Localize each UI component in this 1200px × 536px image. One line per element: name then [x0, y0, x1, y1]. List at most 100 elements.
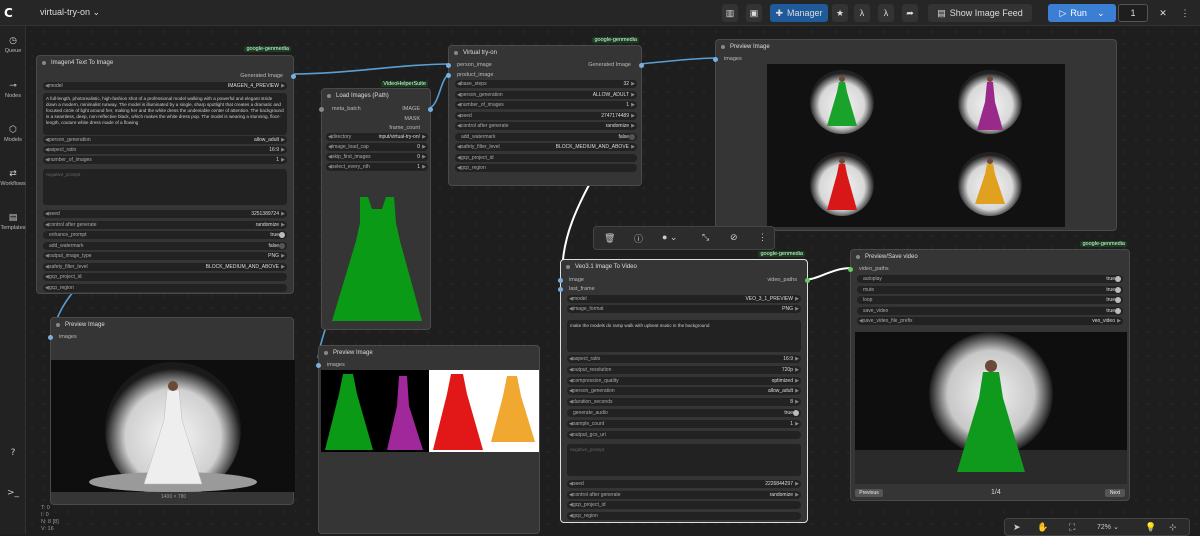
- select-cursor-icon[interactable]: ➤: [1013, 522, 1021, 533]
- output-slot[interactable]: [291, 74, 296, 79]
- previous-button[interactable]: Previous: [855, 489, 883, 497]
- widget-person-generation[interactable]: ◀ person_generation allow_adult ▶: [567, 387, 801, 396]
- widget-duration-seconds[interactable]: ◀ duration_seconds 8 ▶: [567, 398, 801, 407]
- input-slot[interactable]: [48, 335, 53, 340]
- minimap-icon[interactable]: 💡: [1145, 522, 1156, 533]
- more-icon[interactable]: ⋮: [758, 232, 767, 243]
- hand-icon[interactable]: ✋: [1037, 522, 1048, 533]
- node-title[interactable]: Veo3.1 Image To Video: [561, 260, 807, 274]
- widget-gcp-region[interactable]: ◀ gcp_region: [455, 164, 637, 172]
- input-slot[interactable]: [713, 57, 718, 62]
- input-slot[interactable]: [848, 267, 853, 272]
- widget-gcp-region[interactable]: ◀ gcp_region: [567, 511, 801, 520]
- input-slot[interactable]: [319, 107, 324, 112]
- input-slot[interactable]: [558, 278, 563, 283]
- next-button[interactable]: Next: [1105, 489, 1125, 497]
- prompt-textarea[interactable]: A full-length, photorealistic, high-fash…: [43, 93, 287, 135]
- widget-image-format[interactable]: ◀ image_format PNG ▶: [567, 305, 801, 313]
- widget-base-steps[interactable]: ◀ base_steps 32 ▶: [455, 80, 637, 88]
- widget-output-gcs-uri[interactable]: ◀ output_gcs_uri: [567, 430, 801, 439]
- widget-control-after-generate[interactable]: ◀ control after generate randomize ▶: [43, 220, 287, 229]
- widget-number-of-images[interactable]: ◀ number_of_images 1 ▶: [43, 156, 287, 164]
- toggle-icon[interactable]: [1115, 276, 1121, 282]
- ban-icon[interactable]: ⊘: [730, 232, 738, 243]
- widget-person-generation[interactable]: ◀ person_generation ALLOW_ADULT ▶: [455, 90, 637, 99]
- node-title[interactable]: Preview Image: [319, 346, 539, 360]
- toggle-icon[interactable]: [279, 232, 285, 238]
- node-title[interactable]: Preview/Save video: [851, 250, 1129, 264]
- node-title[interactable]: Imagen4 Text To Image: [37, 56, 293, 70]
- node-preview-image-products[interactable]: Preview Image images: [316, 345, 540, 534]
- widget-loop[interactable]: loop true: [857, 296, 1123, 304]
- widget-image-load-cap[interactable]: ◀ image_load_cap 0 ▶: [326, 143, 428, 151]
- widget-aspect-ratio[interactable]: ◀ aspect_ratio 16:9 ▶: [43, 146, 287, 154]
- widget-select-every-nth[interactable]: ◀ select_every_nth 1 ▶: [326, 163, 428, 171]
- node-preview-image-left[interactable]: Preview Image images 1400 × 780: [48, 317, 295, 505]
- fit-view-icon[interactable]: ⛶: [1069, 522, 1075, 533]
- widget-person-generation[interactable]: ◀ person_generation allow_adult ▶: [43, 136, 287, 144]
- widget-safety-filter-level[interactable]: ◀ safety_filter_level BLOCK_MEDIUM_AND_ABO…: [455, 143, 637, 151]
- widget-sample-count[interactable]: ◀ sample_count 1 ▶: [567, 419, 801, 428]
- toggle-icon[interactable]: [1115, 307, 1121, 314]
- widget-gcp-region[interactable]: ◀ gcp_region: [43, 283, 287, 292]
- color-icon[interactable]: ● ⌄: [662, 232, 677, 243]
- output-slot[interactable]: [428, 107, 433, 112]
- widget-skip-first-images[interactable]: ◀ skip_first_images 0 ▶: [326, 153, 428, 161]
- widget-add-watermark[interactable]: add_watermark false: [43, 241, 287, 250]
- node-imagen4[interactable]: Imagen4 Text To Image google-genmedia Ge…: [36, 46, 296, 294]
- node-preview-save-video[interactable]: Preview/Save video google-genmedia video…: [848, 241, 1130, 501]
- output-slot[interactable]: [639, 63, 644, 68]
- widget-model[interactable]: ◀ model IMAGEN_4_PREVIEW ▶: [43, 82, 287, 90]
- node-title[interactable]: Preview Image: [51, 318, 293, 332]
- widget-seed[interactable]: ◀ seed 3251389724 ▶: [43, 210, 287, 218]
- info-icon[interactable]: ⓘ: [634, 232, 643, 245]
- widget-mute[interactable]: mute true: [857, 285, 1123, 294]
- widget-seed[interactable]: ◀ seed 2226844297 ▶: [567, 480, 801, 488]
- widget-gcp-project-id[interactable]: ◀ gcp_project_id: [567, 501, 801, 509]
- toggle-icon[interactable]: [1115, 297, 1121, 303]
- toggle-icon[interactable]: [793, 410, 799, 416]
- prompt-textarea[interactable]: make the models do ramp walk with upbeat…: [567, 320, 801, 352]
- widget-seed[interactable]: ◀ seed 2747174489 ▶: [455, 111, 637, 120]
- input-slot[interactable]: [446, 63, 451, 68]
- widget-gcp-project-id[interactable]: ◀ gcp_project_id: [455, 153, 637, 162]
- widget-control-after-generate[interactable]: ◀ control after generate randomize ▶: [455, 122, 637, 130]
- widget-directory[interactable]: ◀ directory input/virtual-try-on/▶: [326, 133, 428, 141]
- widget-save-video[interactable]: save_video true: [857, 306, 1123, 315]
- widget-autoplay[interactable]: autoplay true: [857, 275, 1123, 283]
- node-virtual-try-on[interactable]: Virtual try-on google-genmedia person_im…: [446, 37, 644, 186]
- widget-output-image-type[interactable]: ◀ output_image_type PNG ▶: [43, 252, 287, 260]
- widget-number-of-images[interactable]: ◀ number_of_images 1 ▶: [455, 101, 637, 109]
- widget-control-after-generate[interactable]: ◀ control after generate randomize ▶: [567, 490, 801, 499]
- delete-icon[interactable]: 🗑: [604, 233, 615, 244]
- input-slot[interactable]: [316, 363, 321, 368]
- video-preview[interactable]: [855, 332, 1127, 484]
- toggle-icon[interactable]: [629, 133, 635, 140]
- bypass-icon[interactable]: ⤡: [702, 232, 709, 243]
- negative-prompt-textarea[interactable]: negative_prompt: [43, 169, 287, 205]
- widget-gcp-project-id[interactable]: ◀ gcp_project_id: [43, 273, 287, 281]
- input-slot[interactable]: [446, 73, 451, 78]
- node-load-images[interactable]: Load Images (Path) VideoHelperSuite meta…: [319, 81, 433, 330]
- widget-output-resolution[interactable]: ◀ output_resolution 720p ▶: [567, 365, 801, 374]
- widget-safety-filter-level[interactable]: ◀ safety_filter_level BLOCK_MEDIUM_AND_ABO…: [43, 262, 287, 271]
- zoom-level[interactable]: 72% ⌄: [1097, 523, 1119, 531]
- toggle-icon[interactable]: [279, 242, 285, 249]
- output-slot[interactable]: [805, 278, 810, 283]
- widget-save-video-file-prefix[interactable]: ◀ save_video_file_prefix veo_video ▶: [857, 317, 1123, 325]
- input-slot[interactable]: [558, 287, 563, 292]
- node-preview-image-top[interactable]: Preview Image images: [713, 39, 1117, 231]
- widget-model[interactable]: ◀ model VEO_3_1_PREVIEW ▶: [567, 295, 801, 303]
- toggle-icon[interactable]: [1115, 286, 1121, 293]
- widget-aspect-ratio[interactable]: ◀ aspect_ratio 16:9 ▶: [567, 355, 801, 363]
- link-visibility-icon[interactable]: ⊹: [1169, 522, 1177, 533]
- node-title[interactable]: Load Images (Path): [322, 89, 430, 103]
- widget-enhance-prompt[interactable]: enhance_prompt true: [43, 231, 287, 239]
- node-title[interactable]: Preview Image: [716, 40, 1116, 54]
- node-veo-image-to-video[interactable]: Veo3.1 Image To Video google-genmedia im…: [558, 251, 810, 523]
- widget-add-watermark[interactable]: add_watermark false: [455, 132, 637, 141]
- widget-generate-audio[interactable]: generate_audio true: [567, 409, 801, 417]
- widget-compression-quality[interactable]: ◀ compression_quality optimized ▶: [567, 376, 801, 385]
- node-title[interactable]: Virtual try-on: [449, 46, 641, 60]
- negative-prompt-textarea[interactable]: negative_prompt: [567, 444, 801, 476]
